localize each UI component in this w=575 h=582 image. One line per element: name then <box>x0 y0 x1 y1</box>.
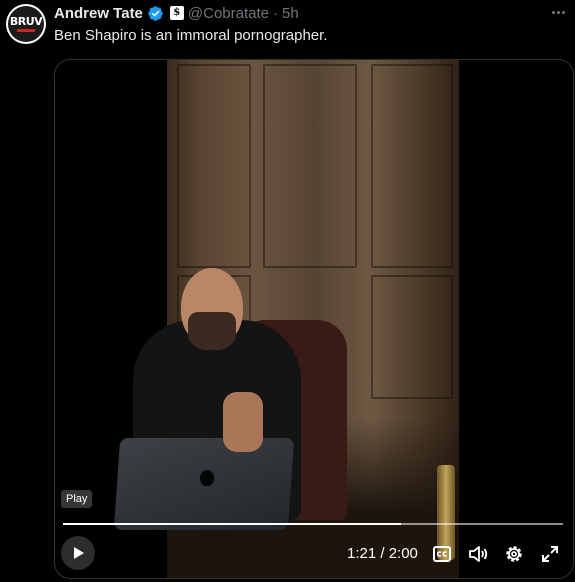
fullscreen-icon <box>542 546 558 562</box>
tweet-timestamp[interactable]: 5h <box>282 5 299 22</box>
volume-button[interactable] <box>467 543 489 565</box>
video-person-beard <box>188 312 236 350</box>
settings-button[interactable] <box>503 543 525 565</box>
tweet-text: Ben Shapiro is an immoral pornographer. <box>54 27 328 44</box>
time-display: 1:21 / 2:00 <box>347 545 418 562</box>
settings-icon <box>506 546 522 562</box>
avatar-logo-stripe <box>17 29 35 32</box>
play-button[interactable] <box>61 536 95 570</box>
author-name[interactable]: Andrew Tate <box>54 5 143 22</box>
verified-badge-icon <box>148 5 163 21</box>
play-tooltip: Play <box>61 490 93 508</box>
header-separator: · <box>273 4 279 22</box>
more-options-icon[interactable] <box>549 2 567 22</box>
video-person-hand <box>223 392 263 452</box>
captions-icon <box>433 546 451 562</box>
avatar-image: BRUV <box>8 6 44 42</box>
tweet-header: Andrew Tate $ @Cobratate · 5h <box>54 3 299 23</box>
avatar-logo-text: BRUV <box>9 15 43 28</box>
video-player[interactable]: Play 1:21 / 2:00 <box>54 59 574 579</box>
avatar[interactable]: BRUV <box>6 4 46 44</box>
volume-icon <box>469 546 488 562</box>
apple-logo-icon <box>200 470 214 486</box>
play-icon <box>74 547 84 559</box>
progress-bar[interactable] <box>63 523 563 525</box>
progress-fill <box>63 523 401 525</box>
affiliation-badge-icon[interactable]: $ <box>169 6 184 20</box>
author-handle[interactable]: @Cobratate <box>188 5 269 22</box>
fullscreen-button[interactable] <box>539 543 561 565</box>
captions-button[interactable] <box>431 543 453 565</box>
